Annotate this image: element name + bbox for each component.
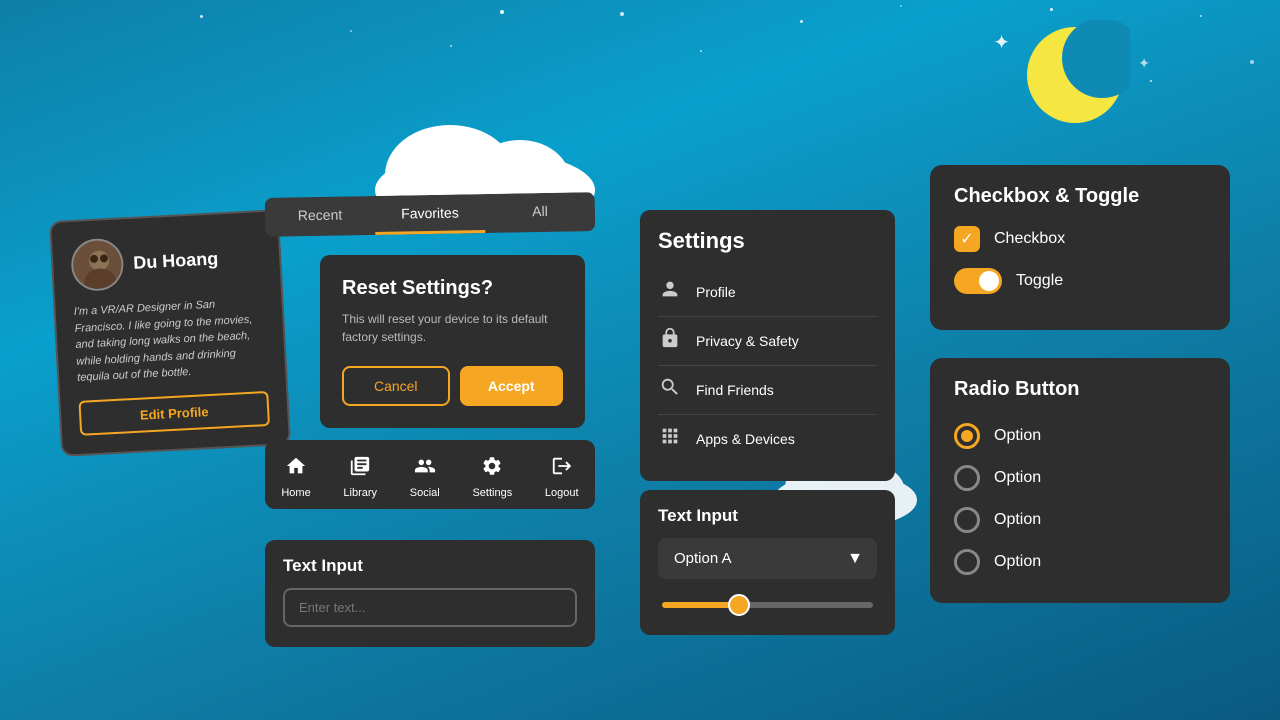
radio-button-title: Radio Button bbox=[954, 378, 1206, 401]
text-input-field-left[interactable] bbox=[283, 588, 577, 627]
text-input-right-title: Text Input bbox=[658, 506, 877, 526]
nav-bar: Home Library Social Settings Logout bbox=[265, 440, 595, 509]
settings-title: Settings bbox=[658, 228, 877, 254]
text-input-card-right: Text Input Option A Option B Option C ▼ bbox=[640, 490, 895, 635]
checkbox-row: ✓ Checkbox bbox=[954, 226, 1206, 252]
radio-label-1: Option bbox=[994, 427, 1041, 445]
profile-card: Du Hoang I'm a VR/AR Designer in San Fra… bbox=[49, 209, 291, 456]
cancel-button[interactable]: Cancel bbox=[342, 366, 450, 406]
settings-find-friends[interactable]: Find Friends bbox=[658, 366, 877, 415]
tabs-row: Recent Favorites All bbox=[265, 192, 596, 237]
star-decoration: ✦ bbox=[993, 30, 1010, 55]
text-input-card-left: Text Input bbox=[265, 540, 595, 647]
toggle-label: Toggle bbox=[1016, 272, 1063, 290]
tab-recent[interactable]: Recent bbox=[265, 196, 376, 237]
checkbox-toggle-title: Checkbox & Toggle bbox=[954, 185, 1206, 208]
radio-option-3-row: Option bbox=[954, 499, 1206, 541]
profile-icon bbox=[658, 278, 682, 306]
checkbox-input[interactable]: ✓ bbox=[954, 226, 980, 252]
nav-home[interactable]: Home bbox=[271, 450, 320, 504]
settings-apps-label: Apps & Devices bbox=[696, 431, 795, 447]
reset-dialog-description: This will reset your device to its defau… bbox=[342, 310, 563, 346]
profile-bio: I'm a VR/AR Designer in San Francisco. I… bbox=[73, 294, 267, 386]
reset-dialog-title: Reset Settings? bbox=[342, 277, 563, 300]
avatar bbox=[70, 237, 125, 292]
reset-dialog: Reset Settings? This will reset your dev… bbox=[320, 255, 585, 428]
radio-label-2: Option bbox=[994, 469, 1041, 487]
edit-profile-button[interactable]: Edit Profile bbox=[78, 390, 270, 435]
profile-name: Du Hoang bbox=[133, 248, 219, 273]
profile-header: Du Hoang bbox=[70, 230, 262, 292]
nav-social-label: Social bbox=[410, 487, 440, 499]
slider-container bbox=[658, 595, 877, 613]
tabs-card: Recent Favorites All bbox=[265, 192, 596, 237]
radio-label-3: Option bbox=[994, 511, 1041, 529]
slider-input[interactable] bbox=[662, 602, 873, 608]
radio-option-4[interactable] bbox=[954, 549, 980, 575]
nav-settings-label: Settings bbox=[472, 487, 512, 499]
settings-profile-label: Profile bbox=[696, 284, 736, 300]
library-icon bbox=[349, 455, 371, 483]
nav-home-label: Home bbox=[281, 487, 310, 499]
apps-icon bbox=[658, 425, 682, 453]
settings-icon bbox=[481, 455, 503, 483]
nav-social[interactable]: Social bbox=[400, 450, 450, 504]
settings-privacy[interactable]: Privacy & Safety bbox=[658, 317, 877, 366]
radio-option-4-row: Option bbox=[954, 541, 1206, 583]
radio-option-2-row: Option bbox=[954, 457, 1206, 499]
tab-favorites[interactable]: Favorites bbox=[375, 194, 486, 235]
social-icon bbox=[414, 455, 436, 483]
radio-option-2[interactable] bbox=[954, 465, 980, 491]
nav-settings[interactable]: Settings bbox=[462, 450, 522, 504]
radio-label-4: Option bbox=[994, 553, 1041, 571]
settings-apps-devices[interactable]: Apps & Devices bbox=[658, 415, 877, 463]
text-input-left-title: Text Input bbox=[283, 556, 577, 576]
find-friends-icon bbox=[658, 376, 682, 404]
settings-profile[interactable]: Profile bbox=[658, 268, 877, 317]
settings-find-friends-label: Find Friends bbox=[696, 382, 774, 398]
toggle-thumb bbox=[979, 271, 999, 291]
logout-icon bbox=[551, 455, 573, 483]
radio-option-1-row: Option bbox=[954, 415, 1206, 457]
reset-dialog-buttons: Cancel Accept bbox=[342, 366, 563, 406]
moon-decoration bbox=[1020, 20, 1120, 120]
dropdown-select[interactable]: Option A Option B Option C bbox=[658, 538, 877, 579]
nav-library[interactable]: Library bbox=[333, 450, 387, 504]
star-decoration-2: ✦ bbox=[1138, 55, 1150, 72]
checkbox-toggle-card: Checkbox & Toggle ✓ Checkbox Toggle bbox=[930, 165, 1230, 330]
nav-logout[interactable]: Logout bbox=[535, 450, 589, 504]
radio-option-3[interactable] bbox=[954, 507, 980, 533]
home-icon bbox=[285, 455, 307, 483]
radio-option-1[interactable] bbox=[954, 423, 980, 449]
radio-button-card: Radio Button Option Option Option Option bbox=[930, 358, 1230, 603]
nav-library-label: Library bbox=[343, 487, 377, 499]
accept-button[interactable]: Accept bbox=[460, 366, 564, 406]
toggle-row: Toggle bbox=[954, 268, 1206, 294]
settings-privacy-label: Privacy & Safety bbox=[696, 333, 799, 349]
privacy-icon bbox=[658, 327, 682, 355]
radio-inner-dot bbox=[961, 430, 973, 442]
dropdown-wrapper: Option A Option B Option C ▼ bbox=[658, 538, 877, 579]
settings-card: Settings Profile Privacy & Safety Find F… bbox=[640, 210, 895, 481]
checkbox-label: Checkbox bbox=[994, 230, 1065, 248]
nav-logout-label: Logout bbox=[545, 487, 579, 499]
tab-all[interactable]: All bbox=[485, 192, 596, 233]
checkmark-icon: ✓ bbox=[960, 229, 973, 249]
toggle-input[interactable] bbox=[954, 268, 1002, 294]
